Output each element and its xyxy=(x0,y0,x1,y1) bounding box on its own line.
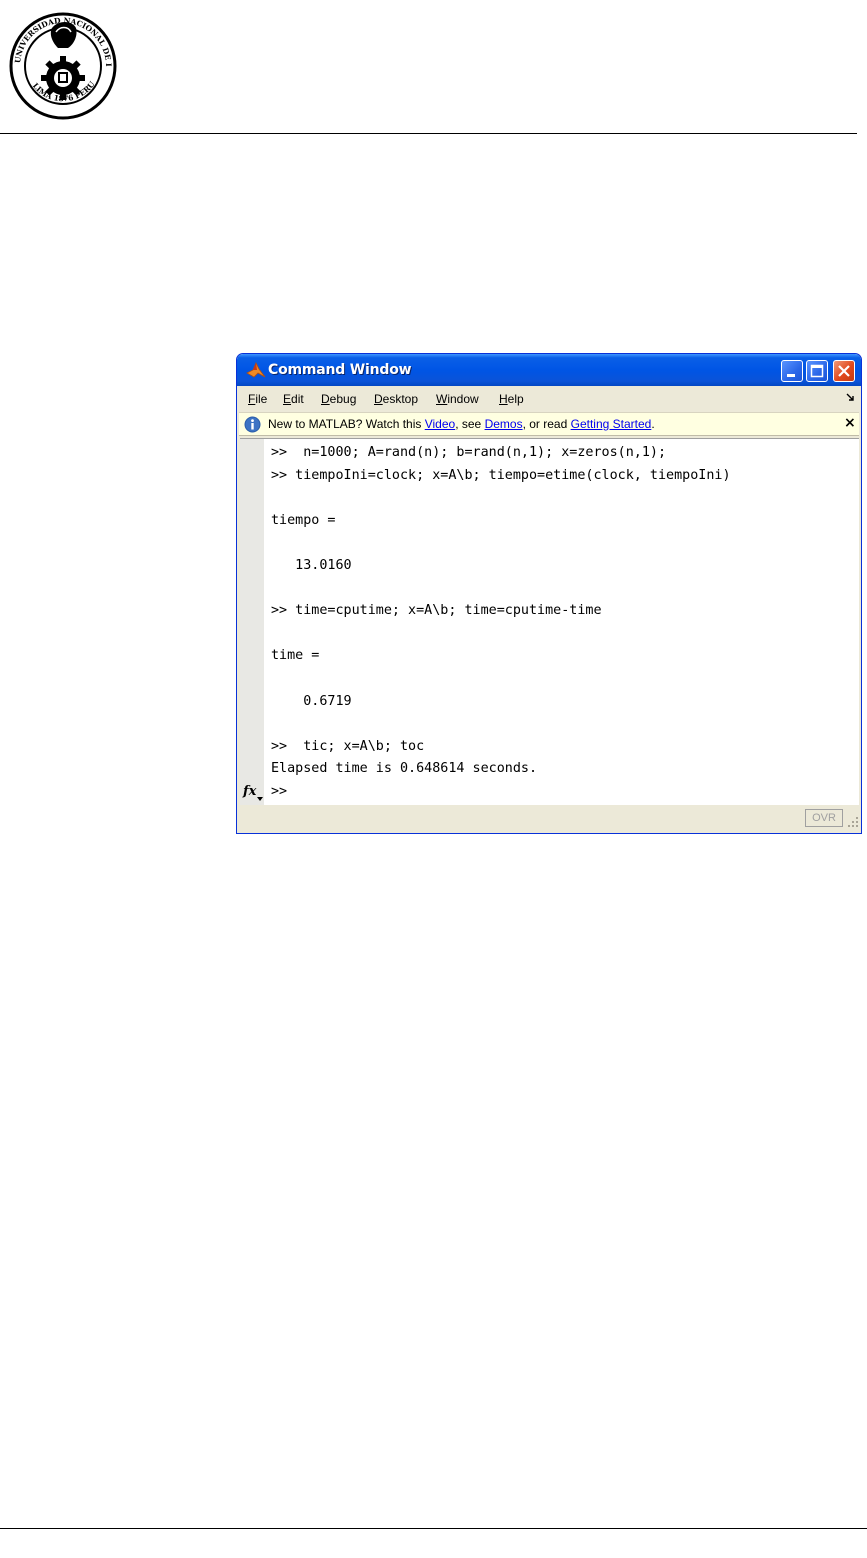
menu-help[interactable]: Help xyxy=(499,392,524,406)
matlab-logo-icon xyxy=(246,362,266,378)
maximize-icon xyxy=(810,364,824,378)
console-line: 13.0160 xyxy=(271,558,352,573)
info-middle: , see xyxy=(455,417,485,431)
command-window: Command Window File Edit Debug Desktop W… xyxy=(236,353,862,834)
resize-grip-icon[interactable] xyxy=(847,816,859,828)
console-line: time = xyxy=(271,648,320,664)
menu-window[interactable]: Window xyxy=(436,392,479,406)
ovr-indicator: OVR xyxy=(805,809,843,827)
console-line: 0.6719 xyxy=(271,693,352,709)
console-line: >> time=cputime; x=A\b; time=cputime-tim… xyxy=(271,603,602,619)
minimize-button[interactable] xyxy=(781,360,803,382)
menu-debug[interactable]: Debug xyxy=(321,392,356,406)
window-title: Command Window xyxy=(268,362,412,378)
footer-rule xyxy=(0,1528,867,1529)
info-suffix: . xyxy=(651,417,655,431)
console-gutter xyxy=(240,439,264,805)
university-seal-logo: UNIVERSIDAD NACIONAL DE INGENIERIA LIMA … xyxy=(8,6,117,120)
getting-started-link[interactable]: Getting Started xyxy=(571,417,652,431)
info-or-read: , or read xyxy=(522,417,571,431)
menu-file[interactable]: File xyxy=(248,392,267,406)
console-line: >> tiempoIni=clock; x=A\b; tiempo=etime(… xyxy=(271,467,731,483)
info-message: New to MATLAB? Watch this Video, see Dem… xyxy=(268,417,655,431)
function-browser-icon[interactable]: fx xyxy=(243,784,256,799)
console-line: tiempo = xyxy=(271,512,336,528)
maximize-button[interactable] xyxy=(806,360,828,382)
video-link[interactable]: Video xyxy=(425,417,455,431)
status-bar: OVR xyxy=(237,806,861,833)
title-bar[interactable]: Command Window xyxy=(237,354,861,386)
fx-dropdown-arrow-icon[interactable] xyxy=(257,797,263,801)
console-prompt-line[interactable]: >> xyxy=(271,784,295,799)
close-button[interactable] xyxy=(833,360,855,382)
console-line: >> n=1000; A=rand(n); b=rand(n,1); x=zer… xyxy=(271,445,667,460)
header-rule xyxy=(0,133,857,134)
console-line: Elapsed time is 0.648614 seconds. xyxy=(271,761,538,777)
undock-arrow-icon[interactable] xyxy=(846,393,856,403)
menu-bar: File Edit Debug Desktop Window Help xyxy=(237,388,861,410)
command-console[interactable]: >> n=1000; A=rand(n); b=rand(n,1); x=zer… xyxy=(240,438,859,805)
info-bar: New to MATLAB? Watch this Video, see Dem… xyxy=(239,412,859,436)
info-close-icon[interactable]: × xyxy=(844,415,856,431)
menu-desktop[interactable]: Desktop xyxy=(374,392,418,406)
demos-link[interactable]: Demos xyxy=(485,417,523,431)
info-prefix: New to MATLAB? Watch this xyxy=(268,417,425,431)
info-icon xyxy=(244,416,261,433)
minimize-icon xyxy=(787,374,795,377)
menu-edit[interactable]: Edit xyxy=(283,392,304,406)
console-line: >> tic; x=A\b; toc xyxy=(271,738,425,754)
close-icon xyxy=(838,365,850,377)
